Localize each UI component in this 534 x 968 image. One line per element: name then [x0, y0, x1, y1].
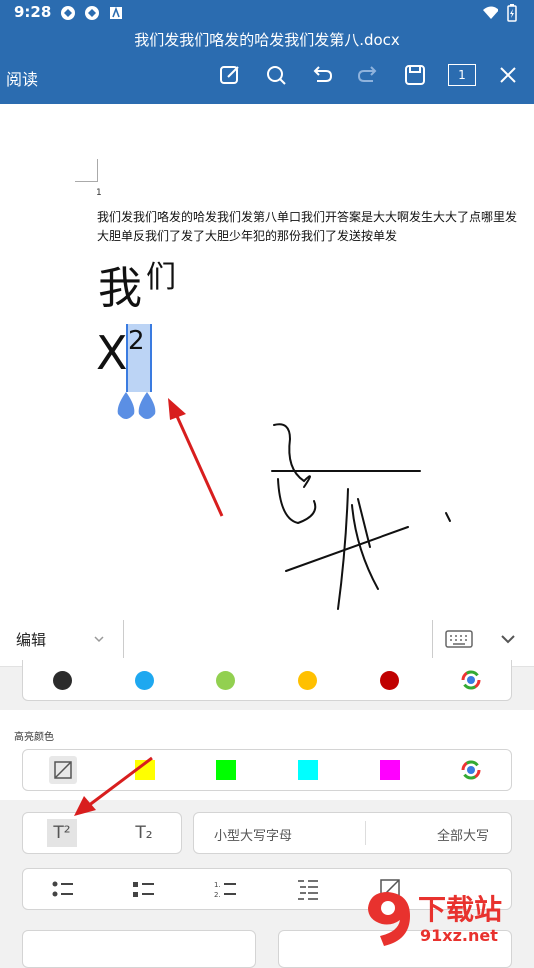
site-logo — [368, 892, 410, 946]
page-count-label: 1 — [448, 64, 476, 86]
selection-start-handle[interactable] — [116, 392, 136, 422]
paragraph-line: 大胆单反我们了发了大胆少年犯的那份我们了发送按单发 — [97, 229, 398, 243]
document-title: 我们发我们咯发的哈发我们发第八.docx — [134, 31, 400, 49]
subscript-button[interactable]: T₂ — [129, 819, 159, 847]
read-mode-button[interactable]: 阅读 — [6, 66, 38, 90]
svg-text:2.: 2. — [214, 891, 221, 899]
color-swatch-blue[interactable] — [135, 671, 154, 690]
search-icon[interactable] — [263, 62, 289, 88]
large-text-superscript[interactable]: 们 — [146, 252, 176, 296]
bullet-list-icon[interactable] — [51, 879, 75, 899]
caps-group: 小型大写字母 全部大写 — [193, 812, 512, 854]
small-caps-button[interactable]: 小型大写字母 — [214, 825, 292, 844]
selection-end-handle[interactable] — [137, 392, 157, 422]
battery-icon — [504, 4, 520, 22]
divider — [123, 620, 124, 658]
highlight-swatch-magenta[interactable] — [380, 760, 400, 780]
page-count-button[interactable]: 1 — [447, 62, 477, 88]
color-swatch-orange[interactable] — [298, 671, 317, 690]
color-swatch-green[interactable] — [216, 671, 235, 690]
color-swatch-red[interactable] — [380, 671, 399, 690]
color-picker-icon[interactable] — [460, 669, 482, 691]
collapse-chevron-icon[interactable] — [499, 632, 517, 646]
handwritten-ink — [271, 423, 451, 610]
annotation-arrow — [74, 756, 153, 816]
document-canvas[interactable]: 1 我们发我们咯发的哈发我们发第八单口我们开答案是大大啊发生大大了点哪里发 大胆… — [0, 104, 534, 612]
color-picker-icon[interactable] — [460, 759, 482, 781]
app-notification-icon — [84, 5, 100, 21]
x-character[interactable]: X — [96, 326, 128, 380]
square-list-icon[interactable] — [132, 879, 156, 899]
app-bar: 我们发我们咯发的哈发我们发第八.docx 阅读 1 — [0, 26, 534, 104]
site-watermark: 下载站 91xz.net — [362, 886, 534, 950]
edit-toolbar: 编辑 — [0, 612, 534, 667]
redo-icon[interactable] — [355, 62, 381, 88]
page-number: 1 — [96, 188, 102, 198]
superscript-digit[interactable]: 2 — [128, 326, 145, 356]
page-margin-mark — [75, 159, 98, 182]
bottom-option-button[interactable] — [22, 930, 256, 968]
chevron-down-icon[interactable] — [93, 634, 105, 644]
wifi-icon — [482, 5, 498, 21]
formatting-panel: 编辑 高亮颜色 T² T₂ 小型大写字母 全部大写 1. 2. 下载站 91xz… — [0, 612, 534, 968]
app-notification-icon — [60, 5, 76, 21]
keyboard-icon[interactable] — [445, 630, 473, 648]
font-color-row — [22, 660, 512, 701]
save-icon[interactable] — [402, 62, 428, 88]
numbered-list-icon[interactable]: 1.2. — [214, 879, 238, 899]
highlight-color-label: 高亮颜色 — [14, 732, 54, 743]
font-notification-icon — [108, 5, 124, 21]
watermark-brand: 下载站 — [418, 893, 503, 926]
divider — [432, 620, 433, 658]
svg-text:1.: 1. — [214, 881, 221, 889]
highlight-swatch-green[interactable] — [216, 760, 236, 780]
undo-icon[interactable] — [309, 62, 335, 88]
status-time: 9:28 — [14, 3, 52, 21]
edit-icon[interactable] — [217, 62, 243, 88]
all-caps-button[interactable]: 全部大写 — [437, 825, 489, 844]
paragraph-line: 我们发我们咯发的哈发我们发第八单口我们开答案是大大啊发生大大了点哪里发 — [97, 210, 518, 224]
highlight-swatch-cyan[interactable] — [298, 760, 318, 780]
large-text[interactable]: 我 — [98, 252, 142, 316]
divider — [365, 821, 366, 845]
paragraph[interactable]: 我们发我们咯发的哈发我们发第八单口我们开答案是大大啊发生大大了点哪里发 大胆单反… — [97, 208, 534, 246]
superscript-button[interactable]: T² — [47, 819, 77, 847]
status-bar: 9:28 — [0, 0, 534, 26]
color-swatch-black[interactable] — [53, 671, 72, 690]
watermark-url: 91xz.net — [420, 926, 498, 945]
annotation-arrow — [168, 398, 224, 517]
edit-mode-label[interactable]: 编辑 — [16, 629, 46, 650]
multilevel-list-icon[interactable] — [296, 877, 320, 901]
close-icon[interactable] — [495, 62, 521, 88]
